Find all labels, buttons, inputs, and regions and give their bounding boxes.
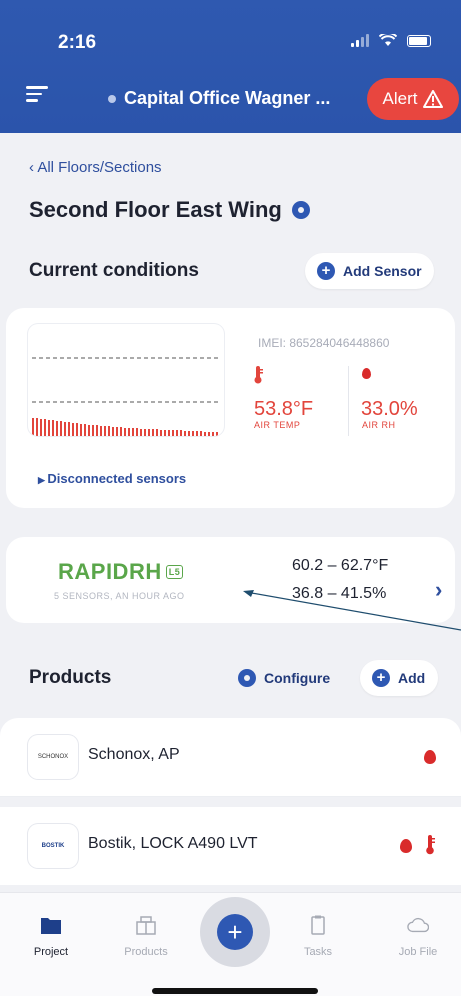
- rapidrh-badge: L5: [165, 565, 184, 579]
- air-rh-value: 33.0%: [361, 398, 418, 420]
- plus-circle-icon: +: [372, 669, 390, 687]
- rapidrh-card[interactable]: RAPIDRH L5 5 SENSORS, AN HOUR AGO 60.2 –…: [6, 537, 455, 623]
- products-title: Products: [29, 667, 112, 688]
- temp-range: 60.2 – 62.7°F: [292, 557, 389, 574]
- breadcrumb-label: All Floors/Sections: [37, 159, 162, 176]
- conditions-title: Current conditions: [29, 260, 199, 281]
- project-status-icon: [108, 94, 116, 103]
- clipboard-icon: [311, 915, 325, 935]
- sensor-mini-chart: [28, 324, 224, 436]
- folder-icon: [41, 918, 61, 934]
- product-name: Bostik, LOCK A490 LVT: [88, 835, 258, 852]
- nav-project-label: Project: [33, 946, 69, 958]
- disconnected-sensors-toggle[interactable]: ▶ Disconnected sensors: [38, 471, 186, 486]
- menu-icon[interactable]: [26, 86, 48, 102]
- product-logo-text: SCHONOX: [37, 754, 69, 760]
- thermometer-icon: [426, 835, 435, 855]
- nav-project[interactable]: Project: [16, 915, 86, 958]
- nav-job-file[interactable]: Job File: [383, 915, 453, 958]
- product-row[interactable]: BOSTIK Bostik, LOCK A490 LVT: [0, 807, 461, 885]
- gear-icon: [238, 669, 256, 687]
- nav-job-file-label: Job File: [398, 946, 438, 958]
- add-fab-button[interactable]: +: [217, 914, 253, 950]
- droplet-icon: [362, 368, 371, 379]
- rapidrh-subtitle: 5 SENSORS, AN HOUR AGO: [54, 591, 185, 601]
- row-divider: [0, 796, 461, 797]
- status-time: 2:16: [58, 32, 97, 53]
- rapidrh-logo: RAPIDRH L5: [58, 559, 184, 585]
- nav-products-label: Products: [124, 946, 168, 958]
- product-logo: BOSTIK: [28, 824, 78, 868]
- project-title[interactable]: Capital Office Wagner ...: [108, 88, 330, 109]
- configure-label: Configure: [264, 670, 331, 686]
- air-temp-label: AIR TEMP: [254, 420, 301, 430]
- readings-divider: [348, 366, 349, 436]
- nav-products[interactable]: Products: [111, 915, 181, 958]
- disconnected-label: Disconnected sensors: [47, 471, 187, 486]
- battery-icon: [407, 34, 431, 47]
- warning-icon: [423, 90, 444, 108]
- add-sensor-label: Add Sensor: [343, 263, 422, 279]
- project-title-text: Capital Office Wagner ...: [124, 88, 331, 108]
- sensor-card[interactable]: IMEI: 865284046448860 53.8°F AIR TEMP 33…: [6, 308, 455, 508]
- air-temp-value: 53.8°F: [254, 398, 314, 420]
- status-icons: [351, 34, 431, 47]
- thermometer-icon: [254, 366, 263, 384]
- droplet-icon: [400, 839, 412, 853]
- app-header: 2:16 Capital Office Wagner ... Alert: [0, 0, 461, 133]
- air-rh-label: AIR RH: [362, 420, 396, 430]
- add-sensor-button[interactable]: + Add Sensor: [305, 253, 434, 289]
- product-row[interactable]: SCHONOX Schonox, AP: [0, 718, 461, 796]
- breadcrumb[interactable]: ‹ All Floors/Sections: [29, 159, 162, 176]
- signal-icon: [351, 34, 369, 47]
- add-product-button[interactable]: + Add: [360, 660, 438, 696]
- products-icon: [136, 916, 156, 935]
- gear-icon[interactable]: [291, 201, 310, 219]
- page-title-text: Second Floor East Wing: [29, 197, 282, 222]
- droplet-icon: [424, 750, 436, 764]
- add-product-label: Add: [398, 670, 426, 686]
- wifi-icon: [379, 34, 397, 46]
- alert-label: Alert: [382, 89, 418, 108]
- caret-right-icon: ▶: [38, 475, 48, 485]
- sensor-imei: IMEI: 865284046448860: [258, 336, 390, 350]
- product-logo: SCHONOX: [28, 735, 78, 779]
- cloud-icon: [407, 917, 430, 933]
- nav-tasks[interactable]: Tasks: [283, 915, 353, 958]
- nav-tasks-label: Tasks: [303, 946, 333, 958]
- plus-circle-icon: +: [317, 262, 335, 280]
- home-indicator: [152, 988, 318, 994]
- plus-icon: +: [227, 917, 243, 947]
- product-logo-text: BOSTIK: [41, 843, 65, 849]
- page-title: Second Floor East Wing: [29, 197, 310, 223]
- rapidrh-logo-text: RAPIDRH: [58, 559, 162, 584]
- product-name: Schonox, AP: [88, 746, 180, 763]
- configure-button[interactable]: Configure: [226, 660, 342, 696]
- rh-range: 36.8 – 41.5%: [292, 585, 387, 602]
- alert-button[interactable]: Alert: [367, 78, 459, 120]
- chevron-right-icon: ›: [435, 577, 443, 602]
